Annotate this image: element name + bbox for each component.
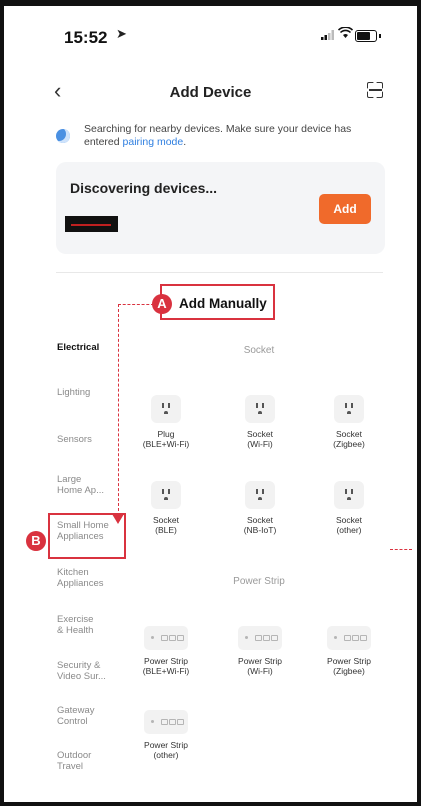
sidebar-item-kitchen-appliances[interactable]: Kitchen Appliances (57, 567, 127, 589)
device-label: Socket (BLE) (153, 515, 179, 535)
section-title-power-strip: Power Strip (233, 576, 285, 587)
scan-icon[interactable] (367, 82, 382, 96)
pairing-mode-link[interactable]: pairing mode (123, 136, 184, 148)
page-title: Add Device (169, 84, 252, 101)
searching-spinner-icon (56, 129, 70, 143)
discovery-title: Discovering devices... (70, 180, 218, 196)
divider (56, 272, 383, 273)
socket-icon (151, 481, 181, 509)
device-socket-zigbee[interactable]: Socket (Zigbee) (309, 395, 389, 449)
device-socket-wifi[interactable]: Socket (Wi-Fi) (220, 395, 300, 449)
device-socket-other[interactable]: Socket (other) (309, 481, 389, 535)
status-time: 15:52 (64, 28, 108, 47)
sidebar-item-gateway-control[interactable]: Gateway Control (57, 705, 127, 727)
power-strip-icon (238, 626, 282, 650)
sidebar-item-small-home-appliances[interactable]: Small Home Appliances (57, 520, 127, 542)
section-title-socket: Socket (243, 345, 275, 356)
device-label: Socket (other) (336, 515, 362, 535)
annotation-badge-b: B (26, 531, 46, 551)
search-hint-end: . (183, 136, 187, 148)
discovery-card: Discovering devices... Add (56, 162, 385, 254)
socket-icon (151, 395, 181, 423)
socket-icon (245, 481, 275, 509)
nav-bar: ‹ Add Device (4, 78, 417, 108)
device-power-strip-wifi[interactable]: Power Strip (Wi-Fi) (220, 626, 300, 676)
sidebar-item-outdoor-travel[interactable]: Outdoor Travel (57, 750, 127, 772)
device-socket-ble[interactable]: Socket (BLE) (126, 481, 206, 535)
device-power-strip-zigbee[interactable]: Power Strip (Zigbee) (309, 626, 389, 676)
power-strip-icon (327, 626, 371, 650)
battery-tip (379, 34, 381, 38)
device-label: Socket (NB-IoT) (243, 515, 277, 535)
status-bar: 15:52 ➤ (4, 6, 417, 66)
power-strip-icon (144, 710, 188, 734)
device-label: Power Strip (Zigbee) (327, 656, 371, 676)
annotation-dashed-line (118, 304, 154, 305)
sidebar-item-large-home-appliances[interactable]: Large Home Ap... (57, 474, 127, 496)
device-label: Power Strip (other) (144, 740, 188, 760)
device-label: Power Strip (BLE+Wi-Fi) (142, 656, 190, 676)
sidebar-item-electrical[interactable]: Electrical (57, 342, 127, 353)
sidebar-item-security-video[interactable]: Security & Video Sur... (57, 660, 127, 682)
socket-icon (334, 481, 364, 509)
device-label: Plug (BLE+Wi-Fi) (142, 429, 190, 449)
device-power-strip-other[interactable]: Power Strip (other) (126, 710, 206, 760)
device-label: Socket (Zigbee) (333, 429, 365, 449)
device-label: Power Strip (Wi-Fi) (238, 656, 282, 676)
sidebar-item-exercise-health[interactable]: Exercise & Health (57, 614, 127, 636)
discovered-device-thumbnail (65, 216, 118, 232)
socket-icon (245, 395, 275, 423)
device-plug-ble-wifi[interactable]: Plug (BLE+Wi-Fi) (126, 395, 206, 449)
sidebar-item-lighting[interactable]: Lighting (57, 387, 127, 398)
add-manually-heading: Add Manually (179, 296, 267, 311)
power-strip-icon (144, 626, 188, 650)
battery-icon (355, 30, 377, 42)
device-label: Socket (Wi-Fi) (247, 429, 273, 449)
socket-icon (334, 395, 364, 423)
device-power-strip-ble-wifi[interactable]: Power Strip (BLE+Wi-Fi) (126, 626, 206, 676)
search-hint: Searching for nearby devices. Make sure … (84, 123, 384, 149)
annotation-badge-a: A (152, 294, 172, 314)
sidebar-item-sensors[interactable]: Sensors (57, 434, 127, 445)
annotation-dashed-line-right (390, 549, 412, 550)
wifi-icon (338, 27, 353, 38)
device-socket-nb-iot[interactable]: Socket (NB-IoT) (220, 481, 300, 535)
phone-screen: 15:52 ➤ ‹ Add Device Searching for nearb… (0, 0, 421, 806)
cellular-signal-icon (321, 30, 334, 40)
location-arrow-icon: ➤ (116, 26, 127, 41)
add-button[interactable]: Add (319, 194, 371, 224)
